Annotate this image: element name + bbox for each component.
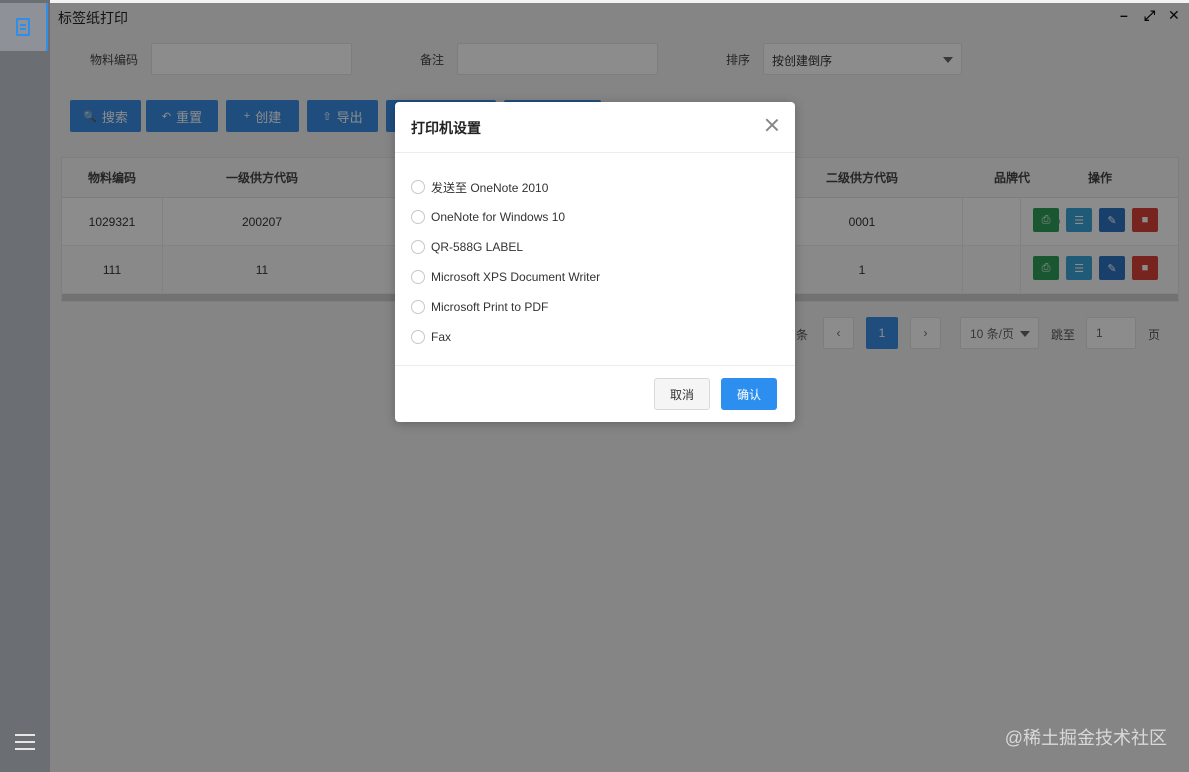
watermark: @稀土掘金技术社区 (1004, 728, 1167, 748)
radio-button[interactable] (411, 210, 425, 224)
printer-option[interactable]: Fax (411, 322, 600, 352)
hamburger-menu-icon[interactable] (15, 734, 35, 750)
cancel-button[interactable]: 取消 (654, 378, 710, 410)
confirm-button[interactable]: 确认 (721, 378, 777, 410)
printer-option[interactable]: Microsoft Print to PDF (411, 292, 600, 322)
sidebar (0, 0, 50, 772)
printer-option[interactable]: QR-588G LABEL (411, 232, 600, 262)
printer-settings-dialog: 打印机设置 发送至 OneNote 2010 OneNote for Windo… (395, 102, 795, 422)
radio-button[interactable] (411, 330, 425, 344)
dialog-header: 打印机设置 (395, 102, 795, 153)
printer-option[interactable]: OneNote for Windows 10 (411, 202, 600, 232)
printer-option-label: Microsoft Print to PDF (431, 300, 549, 314)
printer-option-label: Fax (431, 330, 452, 344)
radio-button[interactable] (411, 180, 425, 194)
sidebar-item-label-print[interactable] (0, 3, 48, 51)
radio-button[interactable] (411, 240, 425, 254)
printer-options: 发送至 OneNote 2010 OneNote for Windows 10 … (411, 172, 600, 352)
printer-option[interactable]: 发送至 OneNote 2010 (411, 172, 600, 202)
close-icon[interactable] (763, 116, 781, 134)
document-icon (16, 18, 30, 36)
radio-button[interactable] (411, 300, 425, 314)
radio-button[interactable] (411, 270, 425, 284)
printer-option-label: Microsoft XPS Document Writer (431, 270, 601, 284)
printer-option-label: QR-588G LABEL (431, 240, 524, 254)
dialog-title: 打印机设置 (411, 120, 481, 136)
printer-option-label: 发送至 OneNote 2010 (431, 180, 549, 195)
printer-option[interactable]: Microsoft XPS Document Writer (411, 262, 600, 292)
printer-option-label: OneNote for Windows 10 (431, 210, 566, 224)
dialog-footer-divider (395, 365, 795, 366)
